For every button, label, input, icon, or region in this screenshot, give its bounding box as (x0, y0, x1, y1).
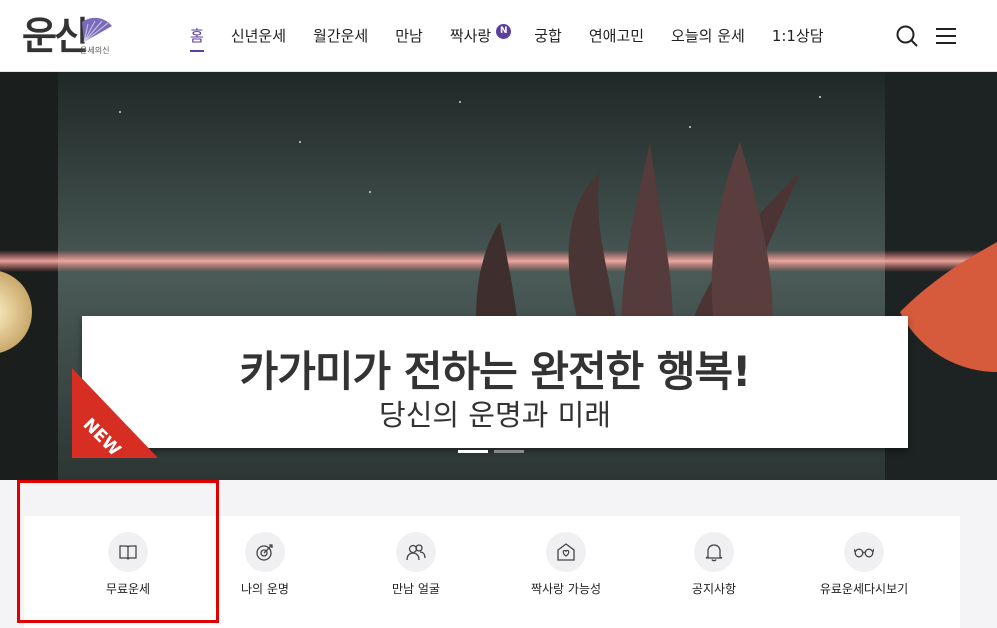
nav-item-new-year-fortune[interactable]: 신년운세 (231, 22, 286, 50)
header: 운신 운세의신 홈 신년운세 월간운세 만남 짝사랑 N 궁합 연애고민 오늘의 … (0, 0, 997, 72)
menu-icon-circle (844, 532, 884, 572)
nav-label: 오늘의 운세 (671, 27, 745, 45)
logo-subtitle: 운세의신 (80, 46, 110, 55)
nav-item-meeting[interactable]: 만남 (395, 22, 423, 50)
people-icon (406, 544, 426, 561)
banner-subtitle: 당신의 운명과 미래 (379, 398, 611, 432)
nav-item-love-advice[interactable]: 연애고민 (589, 22, 644, 50)
nav-label: 1:1상담 (771, 27, 824, 45)
nav-label: 홈 (190, 27, 204, 45)
fan-icon (82, 17, 112, 43)
menu-icon-circle (546, 532, 586, 572)
logo[interactable]: 운신 운세의신 (22, 12, 118, 62)
nav-item-crush[interactable]: 짝사랑 N (449, 22, 512, 50)
search-icon[interactable] (895, 24, 919, 48)
highlight-box (17, 480, 219, 623)
hamburger-menu-icon[interactable] (934, 24, 958, 48)
menu-label: 유료운세다시보기 (819, 582, 909, 596)
bell-icon (705, 544, 723, 562)
nav-item-home[interactable]: 홈 (190, 22, 204, 52)
heart-letter-icon (557, 543, 575, 561)
nav-label: 짝사랑 (449, 27, 492, 45)
nav-item-compatibility[interactable]: 궁합 (534, 22, 562, 50)
nav-label: 만남 (395, 27, 423, 45)
nav-label: 연애고민 (588, 27, 645, 45)
nav-item-monthly-fortune[interactable]: 월간운세 (313, 22, 368, 50)
nav-label: 월간운세 (313, 27, 369, 45)
banner-title: 카가미가 전하는 완전한 행복! (239, 347, 752, 396)
menu-icon-circle (694, 532, 734, 572)
new-tag: NEW (72, 368, 158, 458)
nav-label: 궁합 (534, 27, 562, 45)
menu-paid-fortune-review[interactable]: 유료운세다시보기 (774, 516, 954, 628)
slide-dot-1[interactable] (458, 450, 488, 453)
hero-banner[interactable]: 카가미가 전하는 완전한 행복! 당신의 운명과 미래 NEW (0, 72, 997, 480)
slide-dot-2[interactable] (494, 450, 524, 453)
menu-icon-circle (396, 532, 436, 572)
new-badge: N (496, 24, 512, 39)
glasses-icon (854, 548, 874, 558)
menu-icon-circle (245, 532, 285, 572)
nav-item-consultation[interactable]: 1:1상담 (772, 22, 824, 50)
slide-indicators (458, 450, 524, 453)
banner-card: 카가미가 전하는 완전한 행복! 당신의 운명과 미래 (82, 316, 908, 448)
nav-item-today-fortune[interactable]: 오늘의 운세 (671, 22, 745, 50)
logo-text: 운신 (22, 13, 89, 58)
target-icon (256, 544, 273, 561)
nav-label: 신년운세 (230, 27, 287, 45)
main-nav: 홈 신년운세 월간운세 만남 짝사랑 N 궁합 연애고민 오늘의 운세 1:1상담 (190, 22, 851, 52)
